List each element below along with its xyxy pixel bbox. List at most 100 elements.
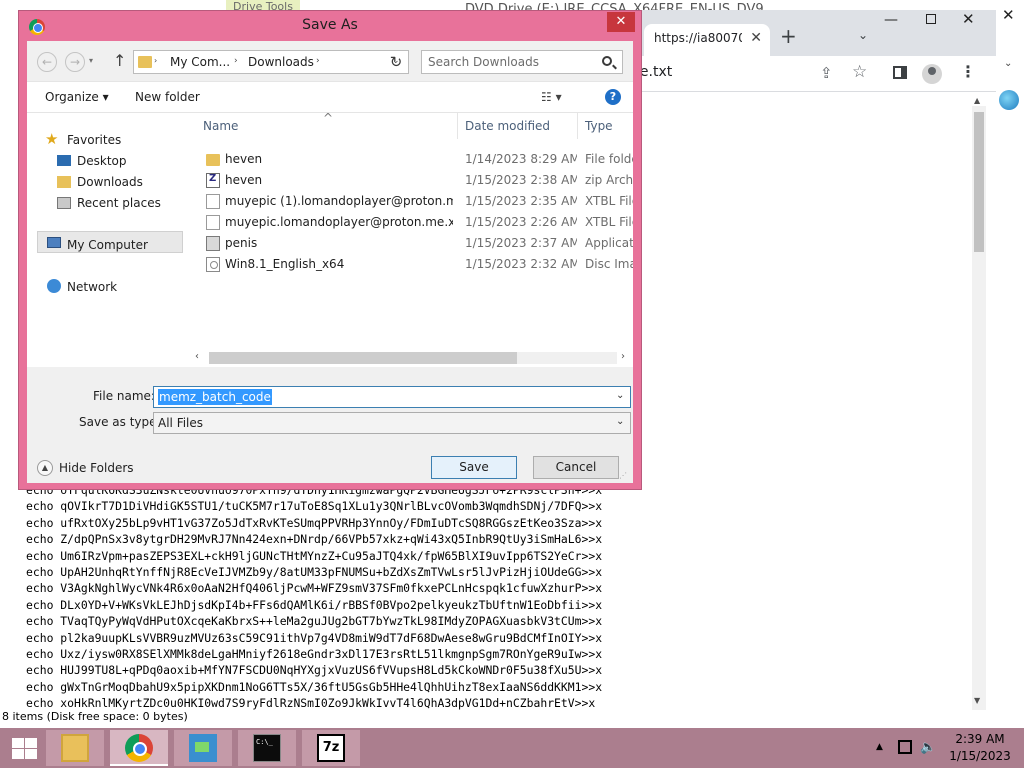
search-box[interactable] (421, 50, 623, 74)
taskbar-installer[interactable] (174, 730, 232, 766)
organize-button[interactable]: Organize ▾ (45, 90, 109, 104)
column-header-date[interactable]: Date modified (465, 119, 550, 133)
file-row[interactable]: penis 1/15/2023 2:37 AM Application (195, 233, 633, 254)
cancel-button[interactable]: Cancel (533, 456, 619, 479)
command-prompt-icon (253, 734, 281, 762)
save-as-dialog: Save As ✕ ← → ▾ ↑ › My Com... › Download… (18, 10, 642, 490)
help-icon[interactable]: ? (605, 89, 621, 105)
file-name-selected-text[interactable]: memz_batch_code (158, 389, 272, 405)
installer-icon (189, 734, 217, 762)
new-tab-button[interactable]: + (780, 24, 797, 48)
scroll-down-arrow-icon[interactable]: ▼ (974, 696, 980, 705)
nav-item-desktop[interactable]: Desktop (77, 154, 127, 168)
scroll-right-arrow-icon[interactable]: › (621, 351, 625, 362)
refresh-button[interactable]: ↻ (385, 50, 407, 74)
application-icon (206, 236, 220, 251)
search-icon[interactable] (602, 56, 612, 66)
search-input[interactable] (428, 54, 588, 70)
explorer-status-text: 8 items (Disk free space: 0 bytes) (2, 710, 188, 723)
chevron-down-icon[interactable]: ⌄ (616, 416, 624, 427)
clock-time[interactable]: 2:39 AM (940, 732, 1020, 746)
save-button[interactable]: Save (431, 456, 517, 479)
close-icon[interactable]: ✕ (750, 30, 762, 46)
scroll-up-arrow-icon[interactable]: ▲ (974, 96, 980, 105)
taskbar-file-explorer[interactable] (46, 730, 104, 766)
new-folder-button[interactable]: New folder (135, 90, 200, 104)
side-panel-icon[interactable] (893, 66, 907, 79)
file-explorer-icon (61, 734, 89, 762)
chevron-down-icon[interactable]: ⌄ (616, 390, 624, 401)
clock-date[interactable]: 1/15/2023 (940, 749, 1020, 763)
close-window-button[interactable]: ✕ (962, 10, 975, 28)
nav-item-my-computer[interactable]: My Computer (67, 238, 148, 252)
file-type: XTBL File (585, 194, 633, 208)
file-type: Disc Image (585, 257, 633, 271)
menu-icon[interactable]: ⋮ (960, 62, 976, 81)
save-as-type-select[interactable]: All Files ⌄ (153, 412, 631, 434)
change-view-button[interactable]: ☷ ▾ (541, 90, 562, 104)
horizontal-scrollbar[interactable]: ‹ › (193, 349, 633, 367)
chrome-toolbar: le.txt ⇪ ☆ ⋮ (636, 56, 996, 92)
nav-item-recent-places[interactable]: Recent places (77, 196, 161, 210)
column-divider[interactable] (457, 113, 458, 139)
file-name: penis (225, 236, 258, 250)
taskbar-chrome[interactable] (110, 730, 168, 766)
dialog-titlebar[interactable]: Save As ✕ (19, 11, 641, 41)
console-line: echo qOVIkrT7D1DiVHdiGK5STU1/tuCK5M7r17u… (26, 499, 603, 514)
nav-item-network[interactable]: Network (67, 280, 117, 294)
chevron-right-icon[interactable]: › (316, 56, 320, 66)
scrollbar-track[interactable] (209, 352, 617, 364)
close-icon[interactable]: ✕ (1002, 6, 1015, 24)
breadcrumb-downloads[interactable]: Downloads (248, 55, 314, 69)
bookmark-star-icon[interactable]: ☆ (852, 62, 867, 82)
console-line: echo V3AgkNghlWycVNk4R6x0oAaN2HfQ406ljPc… (26, 581, 603, 596)
hide-folders-label: Hide Folders (59, 461, 134, 475)
column-header-name[interactable]: Name (203, 119, 238, 133)
taskbar-command-prompt[interactable] (238, 730, 296, 766)
tab-search-icon[interactable]: ⌄ (858, 28, 868, 42)
nav-item-favorites[interactable]: Favorites (67, 133, 121, 147)
resize-grip-icon[interactable]: ⋰ (619, 471, 627, 480)
file-type: Application (585, 236, 633, 250)
forward-button[interactable]: → (65, 52, 85, 72)
chevron-right-icon[interactable]: › (234, 56, 238, 66)
share-icon[interactable]: ⇪ (820, 64, 833, 82)
file-date-modified: 1/14/2023 8:29 AM (465, 152, 577, 166)
chevron-right-icon[interactable]: › (154, 56, 157, 65)
address-bar[interactable]: › My Com... › Downloads › ⌄ (133, 50, 409, 74)
start-button[interactable] (10, 736, 38, 760)
desktop-icon (57, 155, 71, 166)
column-header-type[interactable]: Type (585, 119, 613, 133)
breadcrumb-my-computer[interactable]: My Com... (170, 55, 230, 69)
show-hidden-icons-button[interactable]: ▲ (876, 742, 883, 752)
column-divider[interactable] (577, 113, 578, 139)
file-row[interactable]: muyepic (1).lomandoplayer@proton.me.... 1… (195, 191, 633, 212)
minimize-button[interactable]: — (884, 12, 898, 28)
scrollbar-thumb[interactable] (209, 352, 517, 364)
page-scrollbar[interactable]: ▲ ▼ (972, 96, 986, 710)
chrome-tab[interactable]: https://ia80070 ✕ (644, 24, 770, 56)
network-tray-icon[interactable] (898, 740, 912, 754)
maximize-button[interactable] (926, 14, 936, 24)
volume-icon[interactable]: 🔈 (920, 740, 936, 755)
back-button[interactable]: ← (37, 52, 57, 72)
up-folder-button[interactable]: ↑ (113, 51, 126, 70)
file-row[interactable]: heven 1/14/2023 8:29 AM File folder (195, 149, 633, 170)
file-name-combobox[interactable]: memz_batch_code ⌄ (153, 386, 631, 408)
file-date-modified: 1/15/2023 2:26 AM (465, 215, 577, 229)
file-row[interactable]: heven 1/15/2023 2:38 AM zip Archive (195, 170, 633, 191)
profile-avatar[interactable] (922, 64, 942, 84)
file-date-modified: 1/15/2023 2:37 AM (465, 236, 577, 250)
recent-locations-dropdown[interactable]: ▾ (89, 56, 93, 65)
favorites-star-icon: ★ (45, 130, 59, 148)
scroll-left-arrow-icon[interactable]: ‹ (195, 351, 199, 362)
recent-places-icon (57, 197, 71, 209)
nav-item-downloads[interactable]: Downloads (77, 175, 143, 189)
scrollbar-thumb[interactable] (974, 112, 984, 252)
taskbar-7zip[interactable]: 7z (302, 730, 360, 766)
globe-icon[interactable] (999, 90, 1019, 110)
more-icon[interactable]: ⌄ (1004, 58, 1012, 69)
file-row[interactable]: muyepic.lomandoplayer@proton.me.xtbl 1/15… (195, 212, 633, 233)
dialog-close-button[interactable]: ✕ (607, 12, 635, 32)
file-row[interactable]: Win8.1_English_x64 1/15/2023 2:32 AM Disc … (195, 254, 633, 275)
